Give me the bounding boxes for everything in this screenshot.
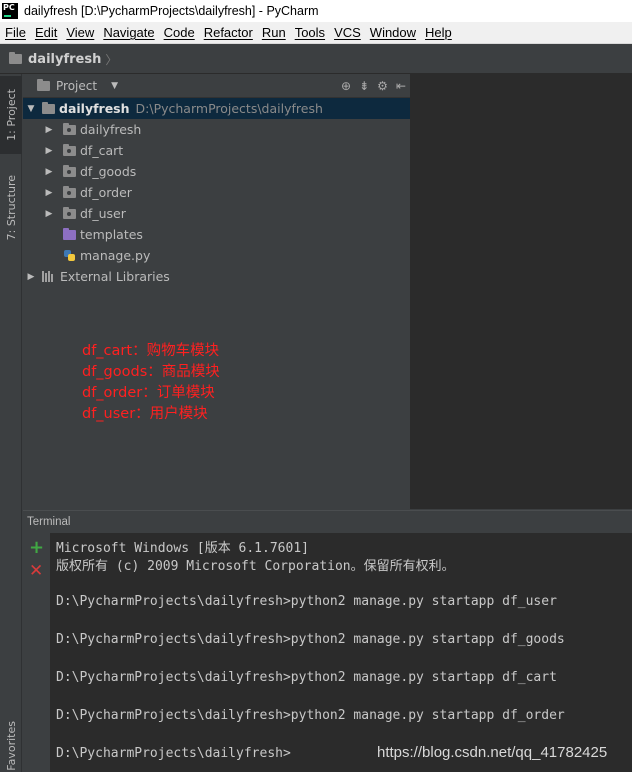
breadcrumb-chevron-icon: 〉 bbox=[105, 52, 118, 67]
menu-file[interactable]: File bbox=[0, 25, 30, 40]
navigation-bar: dailyfresh 〉 bbox=[0, 45, 632, 74]
tab-project[interactable]: 1: Project bbox=[0, 76, 22, 154]
tab-favorites[interactable]: Favorites bbox=[0, 720, 22, 772]
tree-item-external-libraries[interactable]: ▶ External Libraries bbox=[23, 266, 410, 287]
menu-run[interactable]: Run bbox=[257, 25, 290, 40]
tree-item-label: External Libraries bbox=[60, 269, 170, 284]
left-tool-strip: 1: Project 7: Structure Favorites bbox=[0, 74, 22, 772]
dropdown-arrow-icon[interactable]: ▼ bbox=[111, 81, 118, 91]
tree-item-templates[interactable]: templates bbox=[23, 224, 410, 245]
package-folder-icon bbox=[63, 164, 76, 177]
terminal-toolbar: + ✕ bbox=[23, 533, 50, 772]
close-session-icon[interactable]: ✕ bbox=[29, 561, 43, 581]
project-tree: ▼ dailyfresh D:\PycharmProjects\dailyfre… bbox=[23, 98, 410, 287]
terminal-output[interactable]: Microsoft Windows [版本 6.1.7601] 版权所有 (c)… bbox=[50, 533, 632, 772]
annotation-df-order: df_order：订单模块 bbox=[82, 385, 215, 401]
menu-window[interactable]: Window bbox=[365, 25, 420, 40]
annotation-df-user: df_user：用户模块 bbox=[82, 406, 208, 422]
terminal-title: Terminal bbox=[27, 516, 71, 528]
project-toolbar: ⊕ ⇟ ⚙ ⇤ bbox=[341, 74, 406, 98]
annotation-df-goods: df_goods：商品模块 bbox=[82, 364, 220, 380]
folder-icon bbox=[9, 52, 22, 64]
new-session-plus-icon[interactable]: + bbox=[29, 537, 44, 558]
collapsed-arrow-icon[interactable]: ▶ bbox=[44, 188, 54, 198]
templates-folder-icon bbox=[63, 227, 76, 240]
menu-refactor[interactable]: Refactor bbox=[199, 25, 257, 40]
library-icon bbox=[42, 271, 56, 282]
terminal-line: D:\PycharmProjects\dailyfresh>python2 ma… bbox=[56, 708, 565, 723]
logo-text: PC bbox=[3, 3, 15, 12]
terminal-prompt: D:\PycharmProjects\dailyfresh> bbox=[56, 746, 291, 761]
collapse-all-icon[interactable]: ⇟ bbox=[359, 79, 369, 93]
menu-edit[interactable]: Edit bbox=[30, 25, 61, 40]
breadcrumb-root[interactable]: dailyfresh bbox=[28, 52, 101, 67]
project-view-icon bbox=[37, 78, 50, 91]
window-title: dailyfresh [D:\PycharmProjects\dailyfres… bbox=[24, 4, 319, 18]
watermark: https://blog.csdn.net/qq_41782425 bbox=[377, 744, 608, 761]
collapsed-arrow-icon[interactable]: ▶ bbox=[26, 272, 36, 282]
pycharm-logo-icon: PC bbox=[2, 3, 18, 19]
menu-help[interactable]: Help bbox=[420, 25, 456, 40]
tree-root-path: D:\PycharmProjects\dailyfresh bbox=[135, 101, 323, 116]
tree-item-df-goods[interactable]: ▶ df_goods bbox=[23, 161, 410, 182]
tree-root-name: dailyfresh bbox=[59, 101, 130, 116]
menu-code[interactable]: Code bbox=[159, 25, 199, 40]
terminal-line: D:\PycharmProjects\dailyfresh>python2 ma… bbox=[56, 594, 557, 609]
python-file-icon bbox=[63, 249, 76, 263]
package-folder-icon bbox=[63, 122, 76, 135]
project-panel-header: Project ▼ ⊕ ⇟ ⚙ ⇤ bbox=[23, 74, 410, 98]
project-panel: Project ▼ ⊕ ⇟ ⚙ ⇤ ▼ dailyfresh D:\Pychar… bbox=[23, 74, 410, 509]
menu-tools[interactable]: Tools bbox=[290, 25, 329, 40]
tree-item-label: templates bbox=[80, 227, 143, 242]
folder-icon bbox=[42, 101, 55, 114]
tree-item-label: df_cart bbox=[80, 143, 124, 158]
tree-item-label: dailyfresh bbox=[80, 122, 142, 137]
collapsed-arrow-icon[interactable]: ▶ bbox=[44, 146, 54, 156]
tree-root-row[interactable]: ▼ dailyfresh D:\PycharmProjects\dailyfre… bbox=[23, 98, 410, 119]
terminal-line: D:\PycharmProjects\dailyfresh>python2 ma… bbox=[56, 632, 565, 647]
collapsed-arrow-icon[interactable]: ▶ bbox=[44, 167, 54, 177]
hide-panel-icon[interactable]: ⇤ bbox=[396, 79, 406, 93]
tree-item-df-cart[interactable]: ▶ df_cart bbox=[23, 140, 410, 161]
tab-structure[interactable]: 7: Structure bbox=[0, 166, 22, 250]
tab-favorites-label: Favorites bbox=[4, 721, 18, 771]
tab-project-label: 1: Project bbox=[4, 89, 18, 141]
tree-item-dailyfresh[interactable]: ▶ dailyfresh bbox=[23, 119, 410, 140]
terminal-line: D:\PycharmProjects\dailyfresh>python2 ma… bbox=[56, 670, 557, 685]
terminal-header: Terminal bbox=[23, 510, 632, 533]
package-folder-icon bbox=[63, 143, 76, 156]
locate-icon[interactable]: ⊕ bbox=[341, 79, 351, 93]
tab-structure-label: 7: Structure bbox=[4, 175, 18, 241]
menu-view[interactable]: View bbox=[61, 25, 98, 40]
tree-item-df-user[interactable]: ▶ df_user bbox=[23, 203, 410, 224]
terminal-line: 版权所有 (c) 2009 Microsoft Corporation。保留所有… bbox=[56, 559, 455, 574]
project-view-selector[interactable]: Project bbox=[56, 79, 97, 93]
tree-item-label: df_goods bbox=[80, 164, 137, 179]
tree-item-df-order[interactable]: ▶ df_order bbox=[23, 182, 410, 203]
terminal-line: Microsoft Windows [版本 6.1.7601] bbox=[56, 541, 309, 556]
tree-item-label: df_user bbox=[80, 206, 126, 221]
collapsed-arrow-icon[interactable]: ▶ bbox=[44, 209, 54, 219]
tree-item-label: manage.py bbox=[80, 248, 151, 263]
window-title-bar: PC dailyfresh [D:\PycharmProjects\dailyf… bbox=[0, 0, 632, 22]
annotation-df-cart: df_cart：购物车模块 bbox=[82, 343, 220, 359]
collapsed-arrow-icon[interactable]: ▶ bbox=[44, 125, 54, 135]
gear-icon[interactable]: ⚙ bbox=[377, 79, 388, 93]
menu-vcs[interactable]: VCS bbox=[329, 25, 365, 40]
menu-bar: File Edit View Navigate Code Refactor Ru… bbox=[0, 22, 632, 44]
editor-area[interactable] bbox=[410, 74, 632, 509]
expanded-arrow-icon[interactable]: ▼ bbox=[26, 104, 36, 114]
package-folder-icon bbox=[63, 206, 76, 219]
package-folder-icon bbox=[63, 185, 76, 198]
tree-item-label: df_order bbox=[80, 185, 132, 200]
menu-navigate[interactable]: Navigate bbox=[98, 25, 158, 40]
tree-item-manage-py[interactable]: manage.py bbox=[23, 245, 410, 266]
